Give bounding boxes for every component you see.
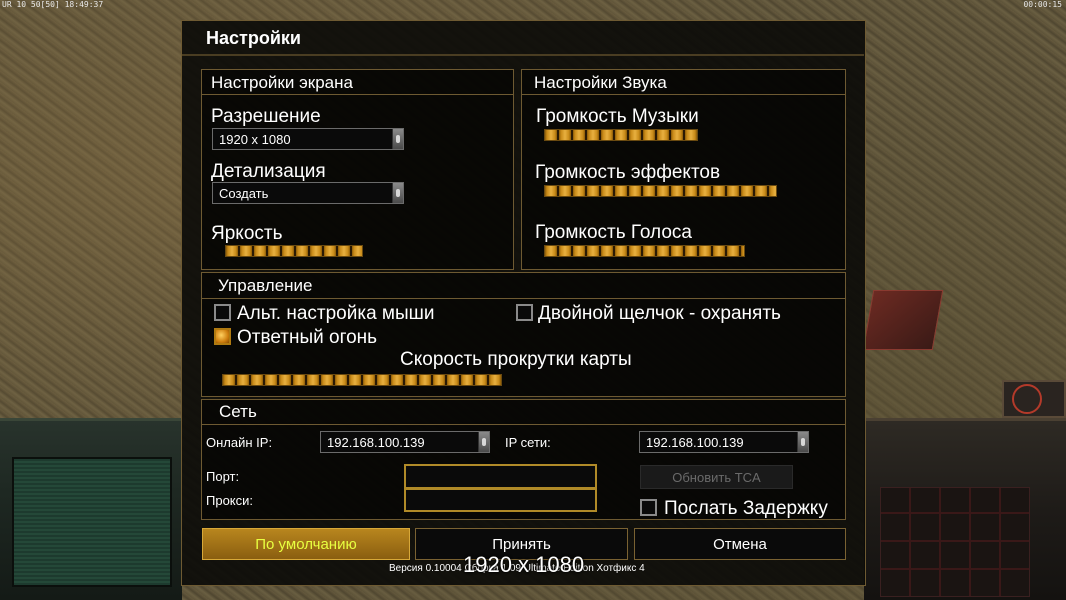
title-divider bbox=[182, 54, 864, 56]
scroll-arrow-icon[interactable] bbox=[478, 432, 489, 452]
brightness-slider[interactable] bbox=[225, 245, 363, 257]
effects-volume-label: Громкость эффектов bbox=[535, 162, 721, 183]
proxy-label: Прокси: bbox=[206, 493, 254, 508]
radar-icon bbox=[1012, 384, 1042, 414]
resolution-label: Разрешение bbox=[211, 106, 321, 127]
sound-settings-heading: Настройки Звука bbox=[534, 73, 667, 92]
hud-left-panel bbox=[0, 418, 182, 600]
minimap bbox=[12, 457, 172, 587]
lan-ip-label: IP сети: bbox=[505, 435, 551, 450]
sound-heading-rule bbox=[522, 94, 845, 95]
scroll-speed-label: Скорость прокрутки карты bbox=[400, 349, 632, 370]
lan-ip-value: 192.168.100.139 bbox=[646, 435, 744, 450]
double-click-checkbox[interactable] bbox=[516, 304, 533, 321]
scroll-arrow-icon[interactable] bbox=[392, 129, 403, 149]
return-fire-checkbox[interactable] bbox=[214, 328, 231, 345]
online-ip-select[interactable]: 192.168.100.139 bbox=[320, 431, 490, 453]
voice-volume-slider[interactable] bbox=[544, 245, 745, 257]
proxy-input[interactable] bbox=[404, 488, 597, 512]
send-delay-label: Послать Задержку bbox=[664, 498, 828, 519]
dialog-title: Настройки bbox=[206, 28, 301, 48]
lan-ip-select[interactable]: 192.168.100.139 bbox=[639, 431, 809, 453]
brightness-label: Яркость bbox=[211, 223, 283, 244]
port-input[interactable] bbox=[404, 464, 597, 489]
return-fire-label: Ответный огонь bbox=[237, 327, 378, 348]
resolution-select[interactable]: 1920 x 1080 bbox=[212, 128, 404, 150]
network-heading: Сеть bbox=[219, 402, 257, 421]
update-tca-button[interactable]: Обновить TCA bbox=[640, 465, 793, 489]
online-ip-label: Онлайн IP: bbox=[206, 435, 273, 450]
online-ip-value: 192.168.100.139 bbox=[327, 435, 425, 450]
send-delay-checkbox[interactable] bbox=[640, 499, 657, 516]
effects-volume-slider[interactable] bbox=[544, 185, 777, 197]
game-timer: 00:00:15 bbox=[1023, 0, 1062, 9]
alt-mouse-label: Альт. настройка мыши bbox=[237, 303, 435, 324]
fps-readout: UR 10 50[50] 18:49:37 bbox=[2, 0, 104, 9]
alt-mouse-checkbox[interactable] bbox=[214, 304, 231, 321]
voice-volume-label: Громкость Голоса bbox=[535, 222, 692, 243]
scroll-arrow-icon[interactable] bbox=[797, 432, 808, 452]
default-button[interactable]: По умолчанию bbox=[202, 528, 410, 560]
hud-right-panel bbox=[864, 418, 1066, 600]
controls-heading-rule bbox=[202, 298, 845, 299]
scroll-arrow-icon[interactable] bbox=[392, 183, 403, 203]
resolution-overlay: 1920 x 1080 bbox=[463, 552, 585, 577]
network-heading-rule bbox=[202, 424, 845, 425]
scroll-speed-slider[interactable] bbox=[222, 374, 502, 386]
cancel-button[interactable]: Отмена bbox=[634, 528, 846, 560]
resolution-value: 1920 x 1080 bbox=[219, 132, 291, 147]
controls-heading: Управление bbox=[218, 276, 313, 295]
music-volume-label: Громкость Музыки bbox=[536, 106, 699, 127]
detail-select[interactable]: Создать bbox=[212, 182, 404, 204]
detail-label: Детализация bbox=[211, 161, 326, 182]
port-label: Порт: bbox=[206, 469, 240, 484]
detail-value: Создать bbox=[219, 186, 269, 201]
display-settings-heading: Настройки экрана bbox=[211, 73, 353, 92]
music-volume-slider[interactable] bbox=[544, 129, 698, 141]
display-heading-rule bbox=[202, 94, 513, 95]
build-grid bbox=[880, 487, 1030, 597]
background-unit bbox=[862, 290, 944, 350]
double-click-label: Двойной щелчок - охранять bbox=[538, 303, 781, 324]
